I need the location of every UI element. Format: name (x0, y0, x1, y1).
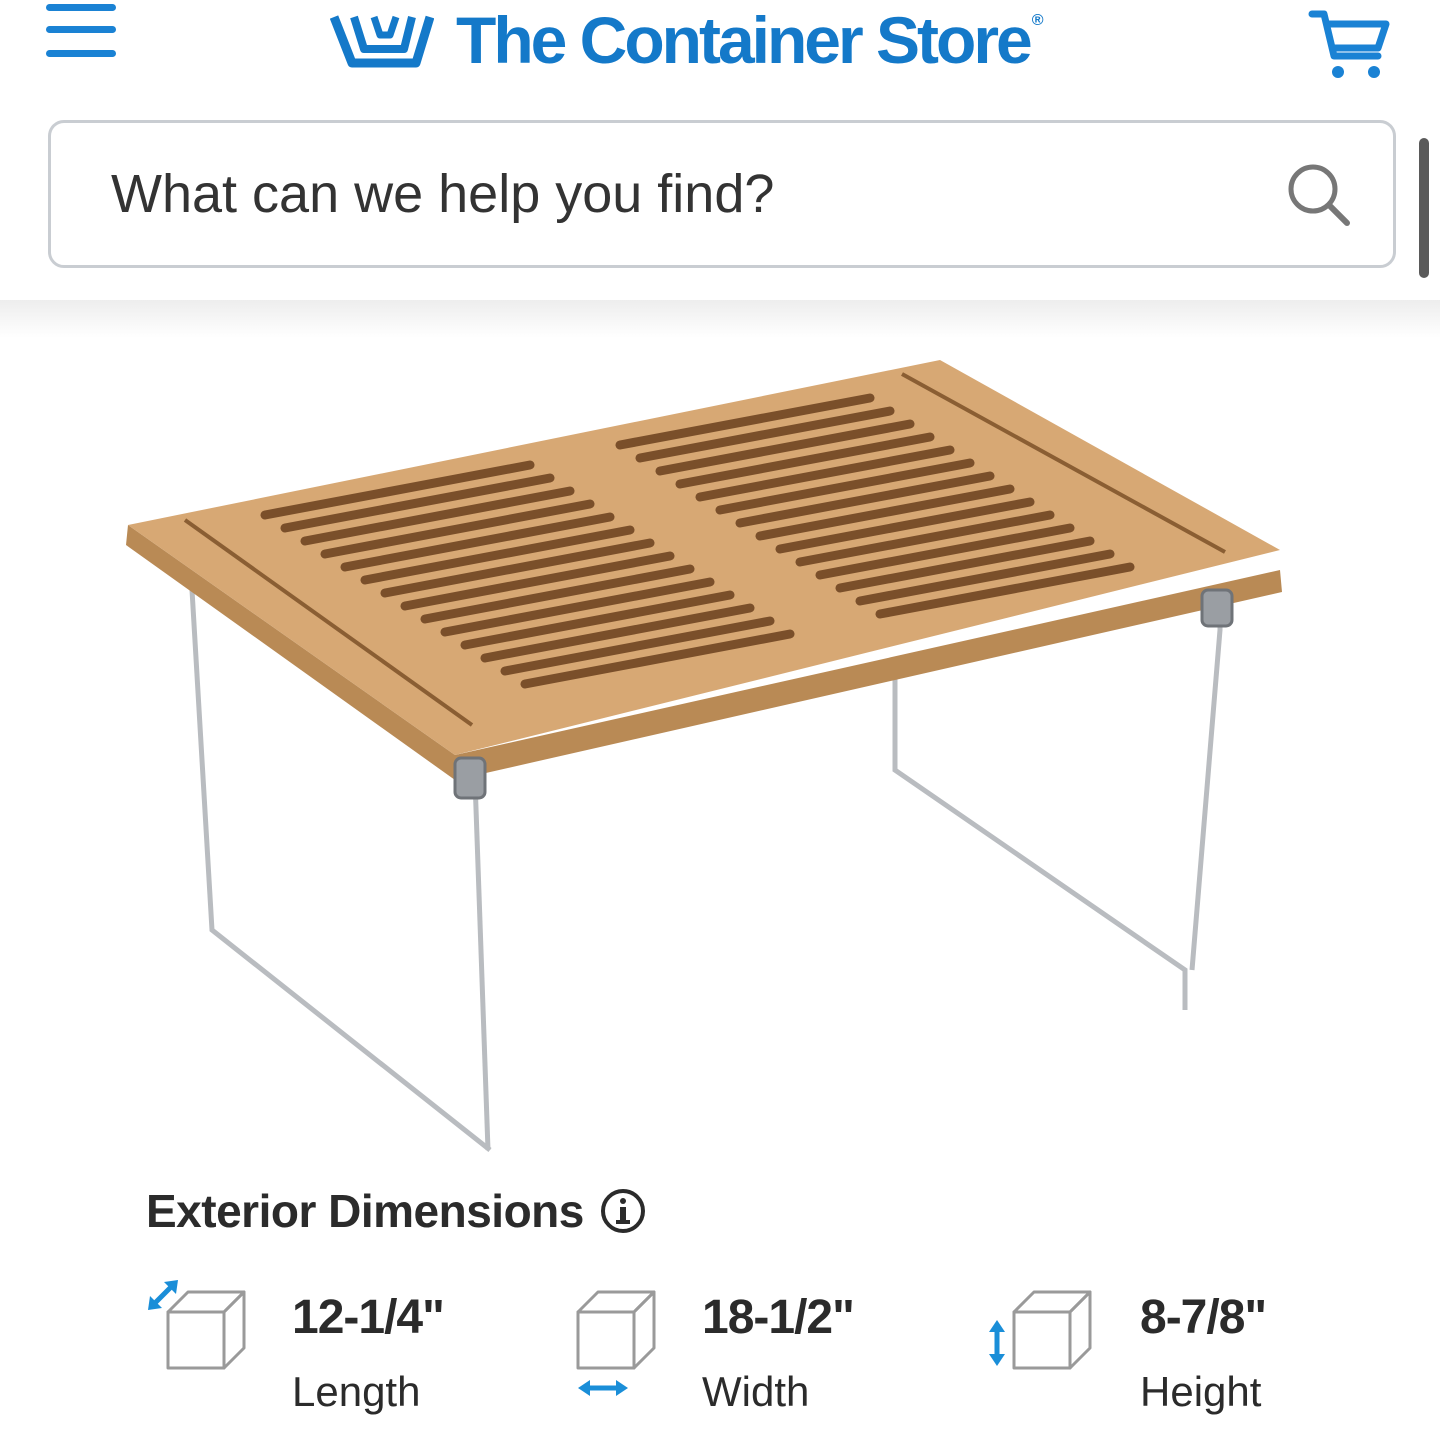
exterior-dimensions-heading: Exterior Dimensions (146, 1184, 646, 1238)
site-header: The Container Store ® (0, 0, 1440, 300)
search-input[interactable] (111, 123, 1211, 265)
product-image[interactable] (100, 330, 1340, 1170)
height-value: 8-7/8" (1140, 1291, 1267, 1344)
length-cube-icon (148, 1280, 246, 1370)
info-icon[interactable] (600, 1188, 646, 1234)
dimension-length: 12-1/4" Length (146, 1276, 506, 1426)
header-shadow (0, 298, 1440, 338)
length-value: 12-1/4" (292, 1291, 445, 1344)
logo-basket-icon (330, 15, 434, 68)
search-bar (48, 120, 1396, 268)
brand-logo[interactable]: The Container Store ® (330, 0, 1043, 80)
brand-name: The Container Store ® (456, 3, 1043, 77)
length-label: Length (292, 1368, 421, 1415)
exterior-dimensions-title: Exterior Dimensions (146, 1185, 584, 1237)
search-icon[interactable] (1285, 161, 1353, 229)
width-value: 18-1/2" (702, 1291, 855, 1344)
height-cube-icon (989, 1290, 1092, 1370)
dimension-height: 8-7/8" Height (984, 1276, 1364, 1426)
width-label: Width (702, 1368, 810, 1415)
height-label: Height (1140, 1368, 1262, 1415)
dimension-width: 18-1/2" Width (574, 1276, 954, 1426)
hamburger-menu-icon[interactable] (46, 0, 116, 64)
cart-icon[interactable] (1308, 6, 1390, 82)
page-scrollbar[interactable] (1419, 138, 1429, 278)
width-cube-icon (576, 1290, 656, 1396)
